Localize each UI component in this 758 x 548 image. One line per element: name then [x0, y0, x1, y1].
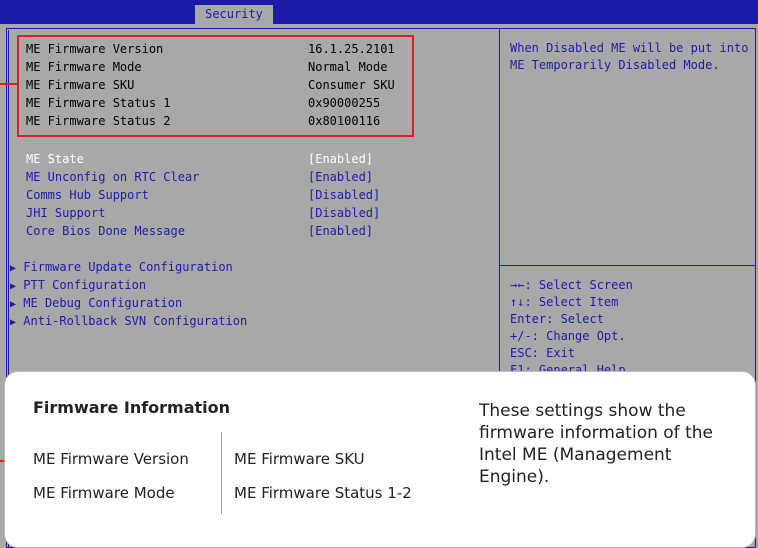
submenu-anti-rollback[interactable]: ▶ Anti-Rollback SVN Configuration [10, 313, 247, 331]
card-item: ME Firmware Mode [33, 484, 175, 502]
card-item: ME Firmware SKU [234, 450, 365, 468]
setting-value[interactable]: [Enabled] [308, 223, 373, 240]
tab-security[interactable]: Security [195, 5, 273, 24]
firmware-info-card: Firmware Information ME Firmware Version… [4, 371, 756, 548]
setting-label: Comms Hub Support [26, 188, 149, 202]
submenu-label: Anti-Rollback SVN Configuration [23, 314, 248, 328]
triangle-right-icon: ▶ [10, 317, 17, 328]
firmware-highlight-box [17, 35, 414, 137]
card-divider [221, 432, 222, 514]
key-help-item: +/-: Change Opt. [510, 329, 626, 343]
submenu-ptt[interactable]: ▶ PTT Configuration [10, 277, 146, 295]
triangle-right-icon: ▶ [10, 281, 17, 292]
submenu-me-debug[interactable]: ▶ ME Debug Configuration [10, 295, 182, 313]
key-help-item: ESC: Exit [510, 346, 576, 360]
help-divider [500, 265, 755, 266]
setting-value[interactable]: [Enabled] [308, 151, 373, 168]
top-menu-bar: Security [0, 0, 758, 24]
setting-label: JHI Support [26, 206, 106, 220]
submenu-label: ME Debug Configuration [23, 296, 183, 310]
key-help-item: ↑↓: Select Item [510, 295, 619, 309]
key-help-list: →←: Select Screen ↑↓: Select Item Enter:… [510, 277, 633, 379]
setting-value[interactable]: [Enabled] [308, 169, 373, 186]
submenu-label: Firmware Update Configuration [23, 260, 233, 274]
key-help-item: Enter: Select [510, 312, 604, 326]
card-item: ME Firmware Status 1-2 [234, 484, 412, 502]
triangle-right-icon: ▶ [10, 263, 17, 274]
triangle-right-icon: ▶ [10, 299, 17, 310]
card-title: Firmware Information [33, 398, 231, 417]
submenu-label: PTT Configuration [23, 278, 147, 292]
setting-value[interactable]: [Disabled] [308, 205, 380, 222]
setting-value[interactable]: [Disabled] [308, 187, 380, 204]
setting-label: ME Unconfig on RTC Clear [26, 170, 200, 184]
submenu-firmware-update[interactable]: ▶ Firmware Update Configuration [10, 259, 233, 277]
setting-label: ME State [26, 152, 84, 166]
setting-label: Core Bios Done Message [26, 224, 185, 238]
key-help-item: →←: Select Screen [510, 278, 633, 292]
card-description: These settings show the firmware informa… [479, 401, 713, 487]
callout-line [0, 83, 17, 85]
card-item: ME Firmware Version [33, 450, 189, 468]
help-text: When Disabled ME will be put into ME Tem… [510, 41, 749, 72]
